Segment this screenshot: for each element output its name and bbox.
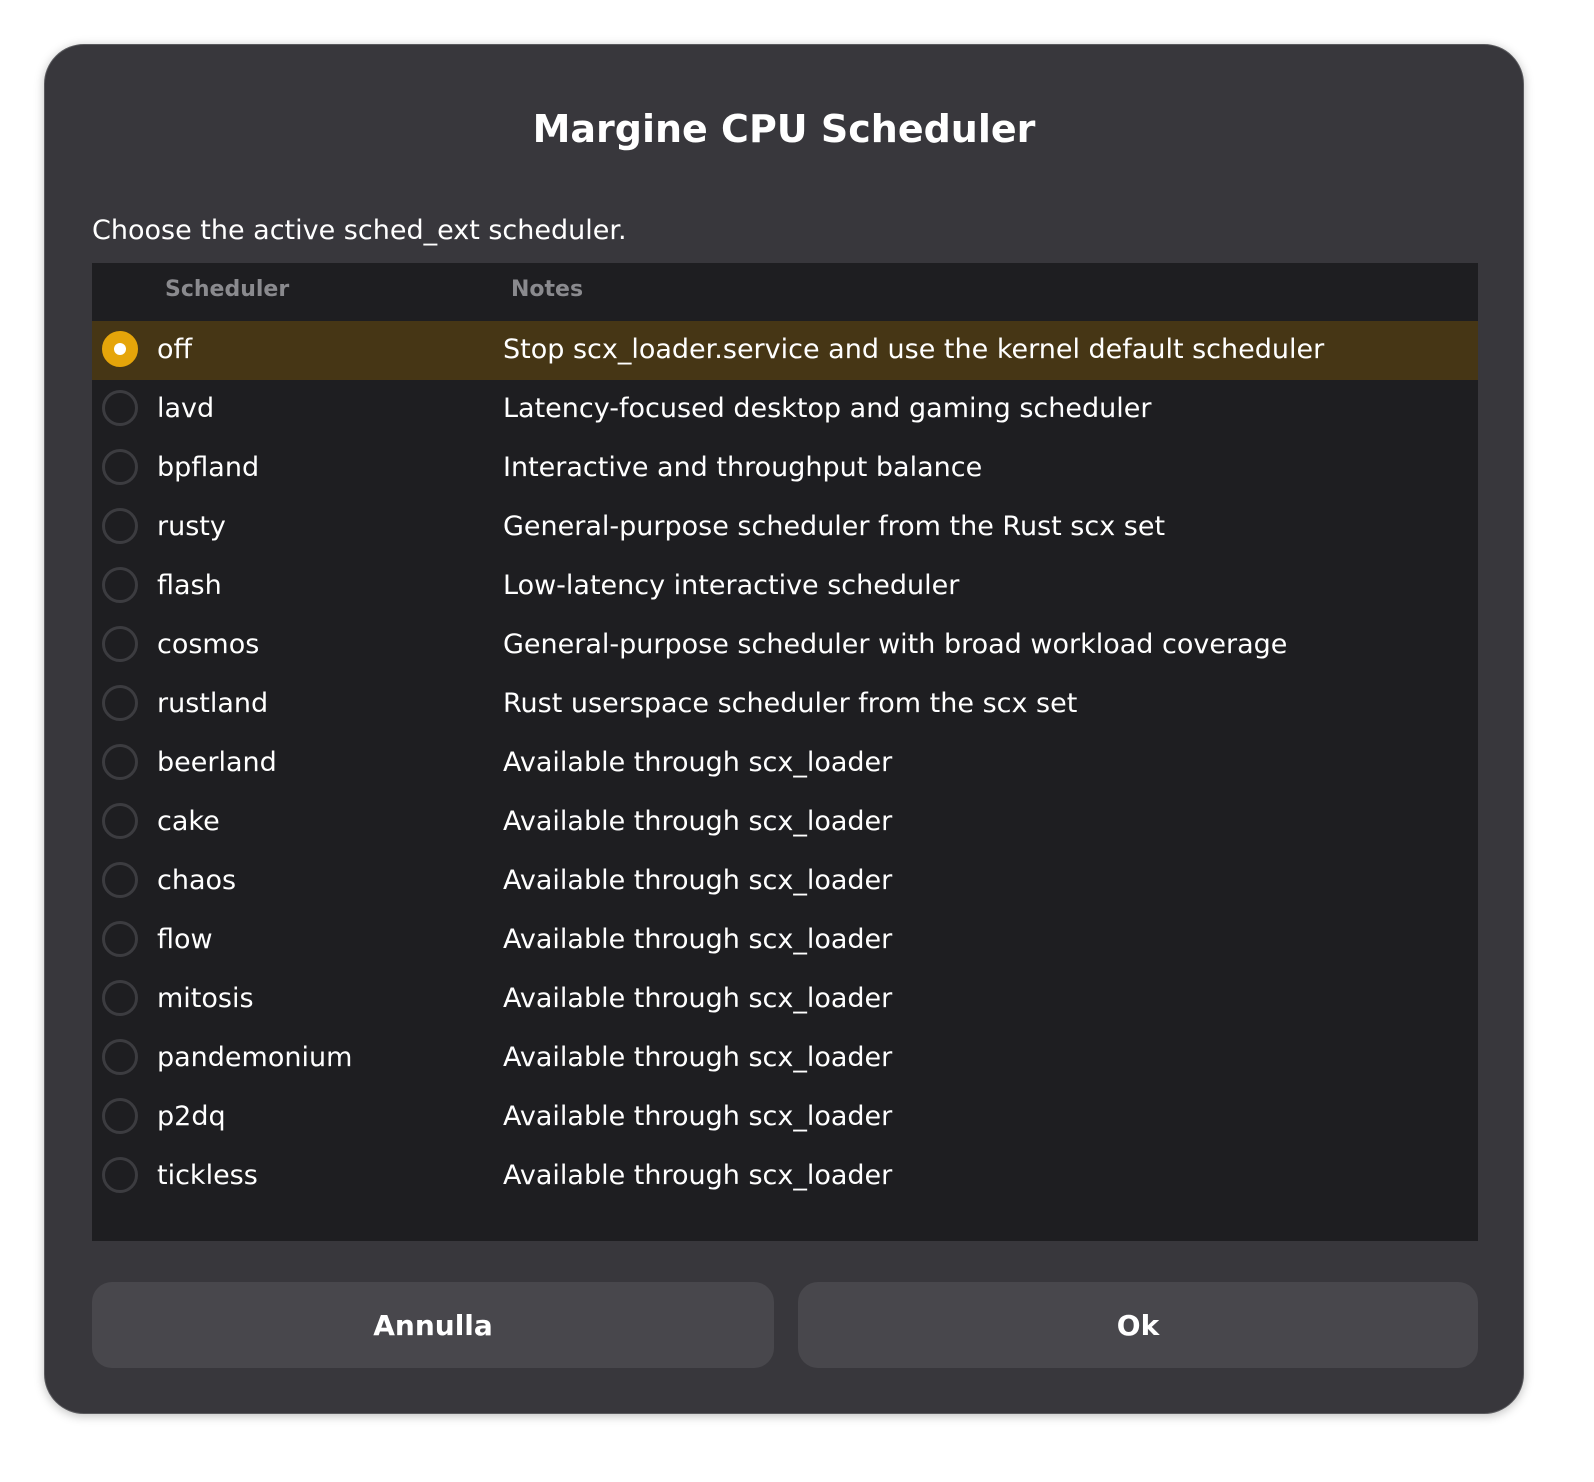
scheduler-row-rustland[interactable]: rustland Rust userspace scheduler from th…: [92, 675, 1478, 734]
scheduler-name: flow: [157, 924, 213, 955]
scheduler-name: p2dq: [157, 1101, 226, 1132]
dialog-title: Margine CPU Scheduler: [532, 107, 1036, 151]
radio-button[interactable]: [102, 331, 138, 367]
scheduler-name: cake: [157, 806, 220, 837]
scheduler-row-mitosis[interactable]: mitosis Available through scx_loader: [92, 970, 1478, 1029]
radio-button[interactable]: [102, 449, 138, 485]
scheduler-row-cake[interactable]: cake Available through scx_loader: [92, 793, 1478, 852]
radio-button[interactable]: [102, 626, 138, 662]
ok-button[interactable]: Ok: [798, 1282, 1478, 1368]
scheduler-name: bpfland: [157, 452, 260, 483]
scheduler-notes: General-purpose scheduler with broad wor…: [503, 629, 1288, 660]
radio-button[interactable]: [102, 921, 138, 957]
radio-button[interactable]: [102, 862, 138, 898]
radio-button[interactable]: [102, 803, 138, 839]
scheduler-notes: Low-latency interactive scheduler: [503, 570, 960, 601]
scheduler-dialog: Margine CPU Scheduler Choose the active …: [44, 44, 1524, 1414]
scheduler-row-rusty[interactable]: rusty General-purpose scheduler from the …: [92, 498, 1478, 557]
scheduler-row-p2dq[interactable]: p2dq Available through scx_loader: [92, 1088, 1478, 1147]
dialog-subtitle: Choose the active sched_ext scheduler.: [92, 215, 627, 246]
scheduler-name: mitosis: [157, 983, 254, 1014]
scheduler-name: rustland: [157, 688, 269, 719]
scheduler-row-flash[interactable]: flash Low-latency interactive scheduler: [92, 557, 1478, 616]
scheduler-notes: Available through scx_loader: [503, 747, 893, 778]
scheduler-row-bpfland[interactable]: bpfland Interactive and throughput balanc…: [92, 439, 1478, 498]
scheduler-name: chaos: [157, 865, 237, 896]
scheduler-notes: Latency-focused desktop and gaming sched…: [503, 393, 1152, 424]
radio-button[interactable]: [102, 567, 138, 603]
scheduler-name: rusty: [157, 511, 226, 542]
radio-button[interactable]: [102, 1039, 138, 1075]
scheduler-notes: Rust userspace scheduler from the scx se…: [503, 688, 1078, 719]
column-header-notes[interactable]: Notes: [511, 277, 583, 302]
scheduler-rows: off Stop scx_loader.service and use the k…: [92, 321, 1478, 1206]
scheduler-notes: Available through scx_loader: [503, 865, 893, 896]
scheduler-name: cosmos: [157, 629, 260, 660]
scheduler-notes: Available through scx_loader: [503, 806, 893, 837]
scheduler-name: flash: [157, 570, 222, 601]
cancel-button[interactable]: Annulla: [92, 1282, 774, 1368]
scheduler-notes: General-purpose scheduler from the Rust …: [503, 511, 1166, 542]
scheduler-name: pandemonium: [157, 1042, 353, 1073]
list-header: Scheduler Notes: [92, 263, 1478, 321]
scheduler-row-tickless[interactable]: tickless Available through scx_loader: [92, 1147, 1478, 1206]
scheduler-name: off: [157, 334, 193, 365]
column-header-scheduler[interactable]: Scheduler: [165, 277, 289, 302]
scheduler-list[interactable]: Scheduler Notes off Stop scx_loader.servi…: [92, 263, 1478, 1241]
scheduler-notes: Available through scx_loader: [503, 1160, 893, 1191]
scheduler-name: lavd: [157, 393, 215, 424]
radio-button[interactable]: [102, 685, 138, 721]
scheduler-name: tickless: [157, 1160, 258, 1191]
scheduler-notes: Available through scx_loader: [503, 924, 893, 955]
scheduler-row-chaos[interactable]: chaos Available through scx_loader: [92, 852, 1478, 911]
radio-button[interactable]: [102, 744, 138, 780]
scheduler-row-beerland[interactable]: beerland Available through scx_loader: [92, 734, 1478, 793]
scheduler-row-lavd[interactable]: lavd Latency-focused desktop and gaming s…: [92, 380, 1478, 439]
scheduler-notes: Available through scx_loader: [503, 1042, 893, 1073]
radio-button[interactable]: [102, 980, 138, 1016]
scheduler-notes: Interactive and throughput balance: [503, 452, 983, 483]
radio-button[interactable]: [102, 1157, 138, 1193]
radio-button[interactable]: [102, 390, 138, 426]
scheduler-row-flow[interactable]: flow Available through scx_loader: [92, 911, 1478, 970]
scheduler-notes: Available through scx_loader: [503, 983, 893, 1014]
scheduler-row-cosmos[interactable]: cosmos General-purpose scheduler with bro…: [92, 616, 1478, 675]
scheduler-row-off[interactable]: off Stop scx_loader.service and use the k…: [92, 321, 1478, 380]
scheduler-row-pandemonium[interactable]: pandemonium Available through scx_loader: [92, 1029, 1478, 1088]
scheduler-name: beerland: [157, 747, 277, 778]
radio-button[interactable]: [102, 1098, 138, 1134]
scheduler-notes: Stop scx_loader.service and use the kern…: [503, 334, 1325, 365]
scheduler-notes: Available through scx_loader: [503, 1101, 893, 1132]
radio-button[interactable]: [102, 508, 138, 544]
